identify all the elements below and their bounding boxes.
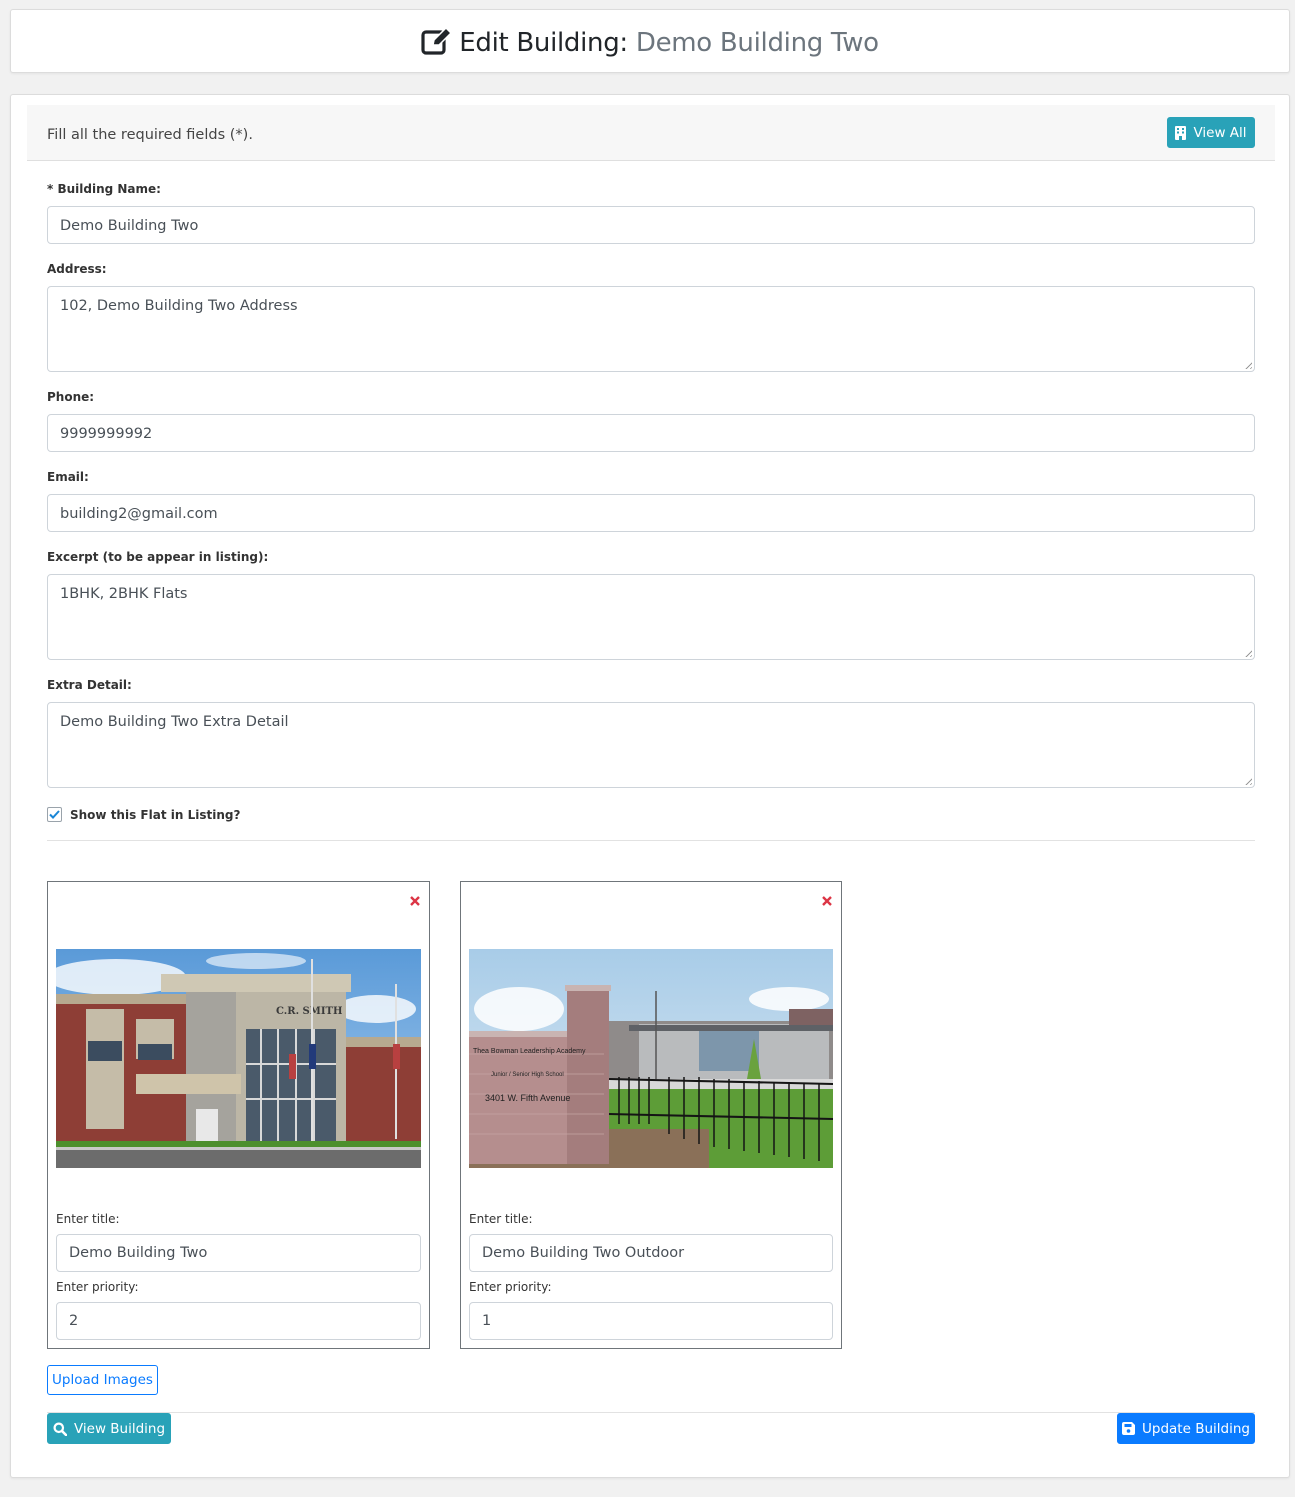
- excerpt-label: Excerpt (to be appear in listing):: [47, 550, 269, 564]
- image-priority-input[interactable]: 1: [469, 1302, 833, 1340]
- extra-detail-label: Extra Detail:: [47, 678, 132, 692]
- show-in-listing-row: Show this Flat in Listing?: [47, 807, 240, 822]
- image-card: Thea Bowman Leadership Academy Junior / …: [460, 881, 842, 1349]
- priority-label: Enter priority:: [56, 1280, 139, 1294]
- required-hint: Fill all the required fields (*).: [47, 127, 253, 143]
- priority-label: Enter priority:: [469, 1280, 552, 1294]
- view-building-label: View Building: [73, 1420, 166, 1437]
- view-all-label: View All: [1193, 124, 1247, 141]
- building-icon: [1175, 125, 1187, 140]
- title-label: Enter title:: [469, 1212, 533, 1226]
- remove-image-button[interactable]: [409, 892, 421, 906]
- divider: [47, 840, 1255, 841]
- view-building-button[interactable]: View Building: [47, 1413, 171, 1444]
- svg-text:C.R. SMITH: C.R. SMITH: [276, 1006, 342, 1017]
- form-header: Fill all the required fields (*). View A…: [27, 105, 1275, 161]
- email-input[interactable]: building2@gmail.com: [47, 494, 1255, 532]
- update-building-label: Update Building: [1142, 1420, 1250, 1437]
- building-name-label: * Building Name:: [47, 182, 161, 196]
- image-priority-input[interactable]: 2: [56, 1302, 421, 1340]
- excerpt-value: 1BHK, 2BHK Flats: [60, 586, 188, 602]
- extra-detail-textarea[interactable]: Demo Building Two Extra Detail: [47, 702, 1255, 788]
- image-card: C.R. SMITH Enter title: Demo Building Tw…: [47, 881, 430, 1349]
- page-title: Edit Building: Demo Building Two: [11, 26, 1289, 62]
- address-textarea[interactable]: 102, Demo Building Two Address: [47, 286, 1255, 372]
- page-header: Edit Building: Demo Building Two: [10, 9, 1290, 73]
- show-in-listing-label: Show this Flat in Listing?: [70, 807, 241, 822]
- check-icon: [49, 810, 60, 819]
- close-icon: [410, 896, 420, 906]
- image-title-input[interactable]: Demo Building Two Outdoor: [469, 1234, 833, 1272]
- resize-handle[interactable]: [1243, 648, 1252, 657]
- address-value: 102, Demo Building Two Address: [60, 298, 298, 314]
- building-photo: C.R. SMITH: [56, 949, 421, 1168]
- title-building-name: Demo Building Two: [635, 28, 879, 58]
- title-label: Enter title:: [56, 1212, 120, 1226]
- svg-text:Thea Bowman Leadership Academy: Thea Bowman Leadership Academy: [473, 1048, 586, 1055]
- svg-text:Junior / Senior High School: Junior / Senior High School: [491, 1072, 564, 1078]
- remove-image-button[interactable]: [821, 892, 833, 906]
- excerpt-textarea[interactable]: 1BHK, 2BHK Flats: [47, 574, 1255, 660]
- building-name-input[interactable]: Demo Building Two: [47, 206, 1255, 244]
- resize-handle[interactable]: [1243, 360, 1252, 369]
- search-icon: [53, 1422, 67, 1436]
- phone-label: Phone:: [47, 390, 95, 404]
- extra-detail-value: Demo Building Two Extra Detail: [60, 714, 289, 730]
- edit-icon: [421, 26, 453, 62]
- address-label: Address:: [47, 262, 107, 276]
- resize-handle[interactable]: [1243, 776, 1252, 785]
- email-label: Email:: [47, 470, 89, 484]
- view-all-button[interactable]: View All: [1167, 117, 1255, 148]
- close-icon: [822, 896, 832, 906]
- edit-building-form: Fill all the required fields (*). View A…: [10, 94, 1290, 1478]
- show-in-listing-checkbox[interactable]: [47, 807, 62, 822]
- save-icon: [1122, 1422, 1136, 1435]
- svg-text:3401 W. Fifth Avenue: 3401 W. Fifth Avenue: [485, 1093, 570, 1103]
- phone-input[interactable]: 9999999992: [47, 414, 1255, 452]
- title-prefix: Edit Building:: [459, 28, 628, 58]
- upload-images-button[interactable]: Upload Images: [47, 1365, 158, 1395]
- footer-divider: [47, 1412, 1255, 1413]
- image-title-input[interactable]: Demo Building Two: [56, 1234, 421, 1272]
- building-photo: Thea Bowman Leadership Academy Junior / …: [469, 949, 833, 1168]
- update-building-button[interactable]: Update Building: [1117, 1413, 1255, 1444]
